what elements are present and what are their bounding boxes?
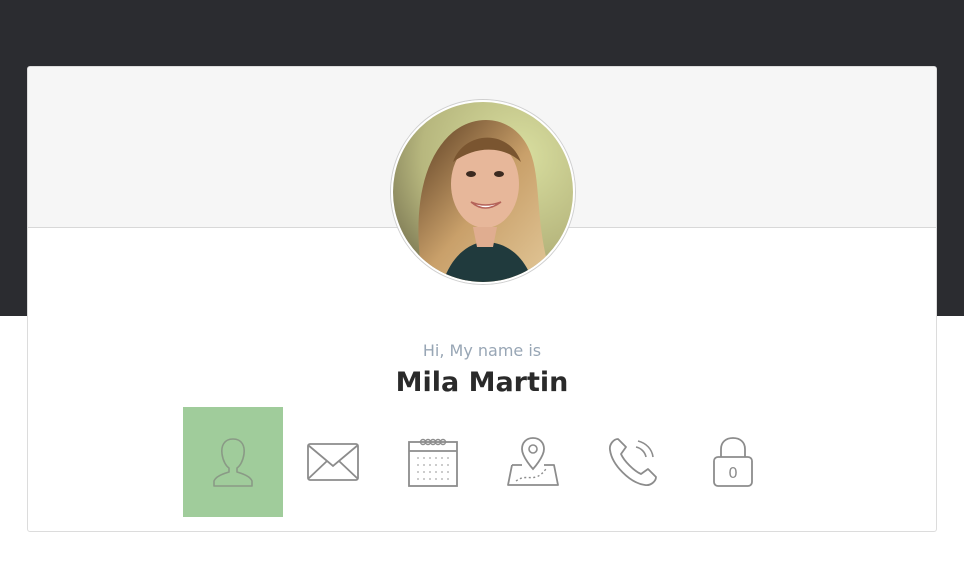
tab-calendar[interactable] (383, 407, 483, 517)
tab-email[interactable] (283, 407, 383, 517)
avatar (391, 100, 575, 284)
avatar-photo (393, 102, 573, 282)
user-icon (213, 438, 253, 487)
phone-icon (608, 438, 657, 487)
calendar-icon (408, 438, 458, 487)
greeting-text: Hi, My name is (422, 341, 542, 360)
tab-location[interactable] (483, 407, 583, 517)
icon-tab-bar: 0 (183, 407, 783, 517)
tab-user[interactable] (183, 407, 283, 517)
profile-name: Mila Martin (395, 367, 569, 398)
mail-icon (307, 443, 359, 481)
tab-password[interactable]: 0 (683, 407, 783, 517)
lock-digit: 0 (728, 464, 738, 482)
map-icon (507, 437, 559, 486)
profile-card: Hi, My name is Mila Martin 0 (27, 66, 937, 532)
lock-icon: 0 (713, 437, 753, 487)
tab-phone[interactable] (583, 407, 683, 517)
